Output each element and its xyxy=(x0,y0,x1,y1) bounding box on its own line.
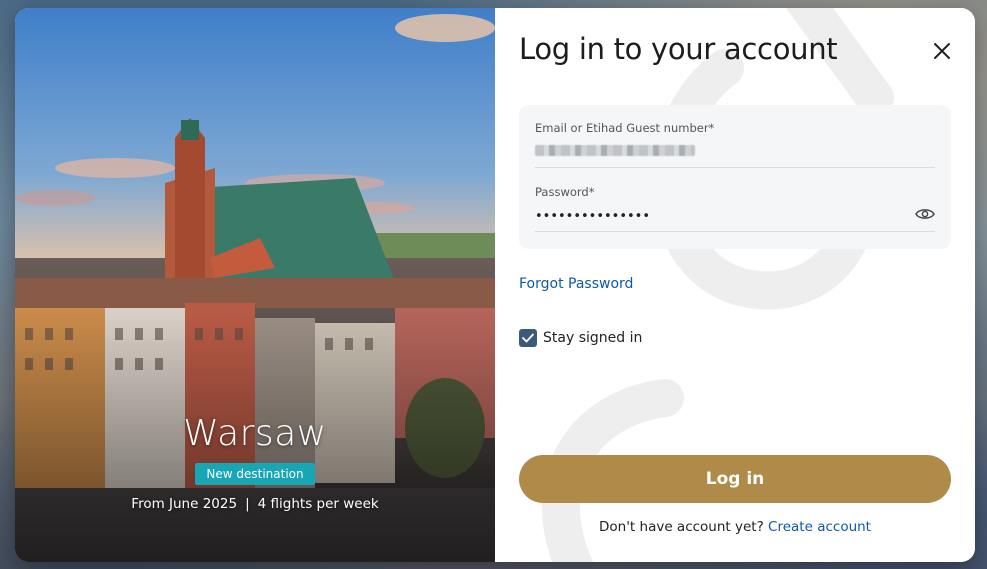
password-field[interactable]: Password* ••••••••••••••• xyxy=(535,183,935,232)
email-field[interactable]: Email or Etihad Guest number* xyxy=(535,119,935,168)
forgot-password-link[interactable]: Forgot Password xyxy=(519,276,633,292)
login-panel: Log in to your account Email or Etihad G… xyxy=(495,8,975,562)
stay-signed-in-checkbox[interactable] xyxy=(519,329,537,347)
info-separator: | xyxy=(245,496,250,512)
destination-hero: Warsaw New destination From June 2025 | 4 … xyxy=(15,8,495,562)
eye-icon[interactable] xyxy=(915,207,935,221)
new-destination-badge: New destination xyxy=(195,463,315,485)
signup-text: Don't have account yet? xyxy=(599,519,764,535)
stay-signed-in-label: Stay signed in xyxy=(543,330,643,346)
credentials-card: Email or Etihad Guest number* Password* … xyxy=(519,105,951,249)
close-icon xyxy=(934,43,950,59)
flight-info: From June 2025 | 4 flights per week xyxy=(15,496,495,512)
stay-signed-in[interactable]: Stay signed in xyxy=(519,329,642,347)
close-button[interactable] xyxy=(931,40,953,62)
email-value-redacted xyxy=(535,145,695,156)
destination-city: Warsaw xyxy=(183,413,327,454)
signup-prompt: Don't have account yet? Create account xyxy=(495,519,975,535)
checkmark-icon xyxy=(522,333,534,343)
create-account-link[interactable]: Create account xyxy=(768,519,871,535)
start-date: From June 2025 xyxy=(131,496,238,512)
page-title: Log in to your account xyxy=(519,32,838,66)
email-label: Email or Etihad Guest number* xyxy=(535,121,715,135)
password-value: ••••••••••••••• xyxy=(535,209,651,224)
password-label: Password* xyxy=(535,185,595,199)
login-button[interactable]: Log in xyxy=(519,455,951,503)
flight-frequency: 4 flights per week xyxy=(257,496,379,512)
login-modal: Warsaw New destination From June 2025 | 4 … xyxy=(15,8,975,562)
